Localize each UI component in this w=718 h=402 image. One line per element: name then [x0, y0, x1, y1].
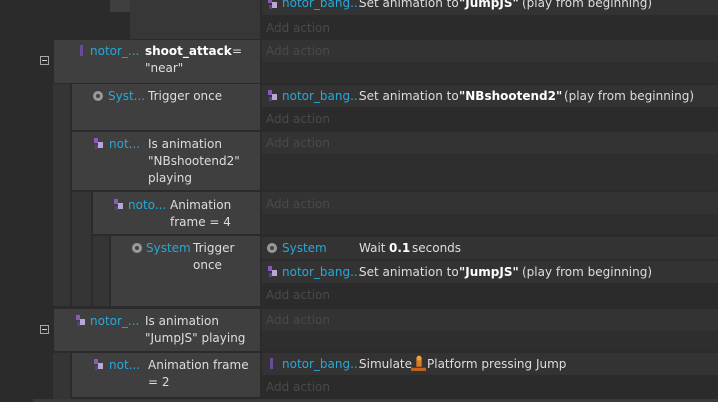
action-text: Set animation to	[359, 89, 459, 103]
condition-object-name[interactable]: notor_...	[90, 44, 139, 58]
action-object-name[interactable]: notor_bang...	[282, 265, 362, 279]
event5-action-setanim[interactable]: notor_bang... Set animation to "JumpJS" …	[262, 261, 718, 283]
condition-text-line1: Is animation	[145, 314, 219, 328]
condition-text-line1: Trigger	[193, 241, 235, 255]
add-action-link[interactable]: Add action	[266, 313, 330, 327]
add-action-link[interactable]: Add action	[266, 380, 330, 394]
event5-condition[interactable]: System Trigger once	[111, 236, 260, 306]
indent-bar	[53, 353, 70, 402]
event1-actions: Add action	[262, 40, 718, 62]
add-action-row: Add action	[262, 108, 718, 130]
condition-text-line1: Animation	[170, 198, 232, 212]
top-event-indent	[130, 0, 260, 39]
condition-object-name[interactable]: not...	[109, 358, 140, 372]
condition-text-line1: Is animation	[148, 137, 222, 151]
condition-object-name[interactable]: noto...	[128, 198, 166, 212]
add-action-row[interactable]: Add action	[262, 17, 718, 39]
event4-action-space	[262, 214, 718, 234]
condition-value: "near"	[145, 61, 184, 75]
condition-text-line2: "NBshootend2"	[148, 154, 240, 168]
event6-actions: Add action	[262, 309, 718, 331]
event3-action-space	[262, 154, 718, 190]
indent-bar	[72, 192, 91, 306]
action-value: 0.1	[389, 241, 411, 255]
add-action-link[interactable]: Add action	[266, 136, 330, 150]
action-value: "NBshootend2"	[459, 89, 563, 103]
condition-variable: shoot_attack	[145, 44, 232, 58]
sprite-object-icon	[268, 266, 277, 277]
action-object-name[interactable]: notor_bang...	[282, 357, 362, 371]
condition-operator: =	[232, 44, 243, 58]
gear-icon	[132, 243, 142, 253]
action-text: Wait	[359, 241, 386, 255]
action-suffix: (play from beginning)	[564, 89, 695, 103]
event1-action-space	[262, 62, 718, 83]
event7-condition[interactable]: not... Animation frame = 2	[72, 353, 260, 397]
action-suffix: (play from beginning)	[522, 265, 653, 279]
event4-condition[interactable]: noto... Animation frame = 4	[93, 192, 260, 234]
collapse-toggle[interactable]	[40, 325, 49, 334]
action-text: Set animation to	[359, 0, 459, 10]
add-action-link[interactable]: Add action	[266, 44, 330, 58]
action-suffix: Platform pressing Jump	[427, 357, 567, 371]
action-value: "JumpJS"	[459, 265, 519, 279]
condition-text-line2: once	[193, 258, 222, 272]
add-action-row: Add action	[262, 284, 718, 306]
action-suffix: seconds	[412, 241, 462, 255]
condition-text-line3: playing	[148, 171, 192, 185]
add-action-link[interactable]: Add action	[266, 112, 330, 126]
event7-action[interactable]: notor_bang... Simulate Platform pressing…	[262, 353, 718, 375]
top-event-action[interactable]: notor_bang... Set animation to "JumpJS" …	[262, 0, 718, 15]
condition-text-line2: = 2	[148, 375, 170, 389]
condition-text-line2: "JumpJS" playing	[145, 331, 246, 345]
condition-object-name[interactable]: Syst...	[108, 89, 145, 103]
action-object-name[interactable]: notor_bang...	[282, 0, 362, 10]
sprite-object-icon	[80, 45, 83, 56]
gear-icon	[93, 91, 103, 101]
indent-bar	[53, 84, 70, 306]
condition-object-name[interactable]: notor_...	[90, 314, 139, 328]
action-value: "JumpJS"	[459, 0, 519, 10]
event2-condition[interactable]: Syst... Trigger once	[72, 84, 260, 130]
add-action-row: Add action	[262, 376, 718, 398]
add-action-link[interactable]: Add action	[266, 21, 330, 35]
condition-text-line2: frame = 4	[170, 215, 231, 229]
indent-bar	[93, 236, 109, 306]
condition-text-line1: Animation frame	[148, 358, 249, 372]
add-action-link[interactable]: Add action	[266, 288, 330, 302]
sprite-object-icon	[268, 90, 277, 101]
action-text: Simulate	[359, 357, 413, 371]
action-object-name[interactable]: notor_bang...	[282, 89, 362, 103]
event4-actions: Add action	[262, 192, 718, 214]
event6-action-space	[262, 331, 718, 351]
add-action-link[interactable]: Add action	[266, 197, 330, 211]
condition-text: Trigger once	[148, 89, 223, 103]
event2-action[interactable]: notor_bang... Set animation to "NBshoote…	[262, 85, 718, 107]
sprite-object-icon	[94, 138, 103, 149]
sprite-object-icon	[268, 0, 277, 9]
action-text: Set animation to	[359, 265, 459, 279]
sprite-object-icon	[114, 199, 123, 210]
event6-condition[interactable]: notor_... Is animation "JumpJS" playing	[54, 309, 260, 351]
sprite-object-icon	[270, 358, 273, 369]
event-sheet-margin	[0, 0, 33, 402]
condition-object-name[interactable]: System	[146, 241, 191, 255]
gear-icon	[267, 243, 277, 253]
event3-actions: Add action	[262, 132, 718, 154]
collapse-toggle[interactable]	[40, 56, 49, 65]
event5-action-wait[interactable]: System Wait 0.1 seconds	[262, 237, 718, 259]
sprite-object-icon	[76, 315, 85, 326]
action-object-name[interactable]: System	[282, 241, 327, 255]
action-suffix: (play from beginning)	[522, 0, 653, 10]
platform-behavior-icon	[411, 355, 426, 371]
sprite-object-icon	[94, 359, 103, 370]
condition-object-name[interactable]: not...	[109, 137, 140, 151]
event1-condition[interactable]: notor_... shoot_attack = "near"	[54, 40, 260, 83]
event3-condition[interactable]: not... Is animation "NBshootend2" playin…	[72, 132, 260, 190]
